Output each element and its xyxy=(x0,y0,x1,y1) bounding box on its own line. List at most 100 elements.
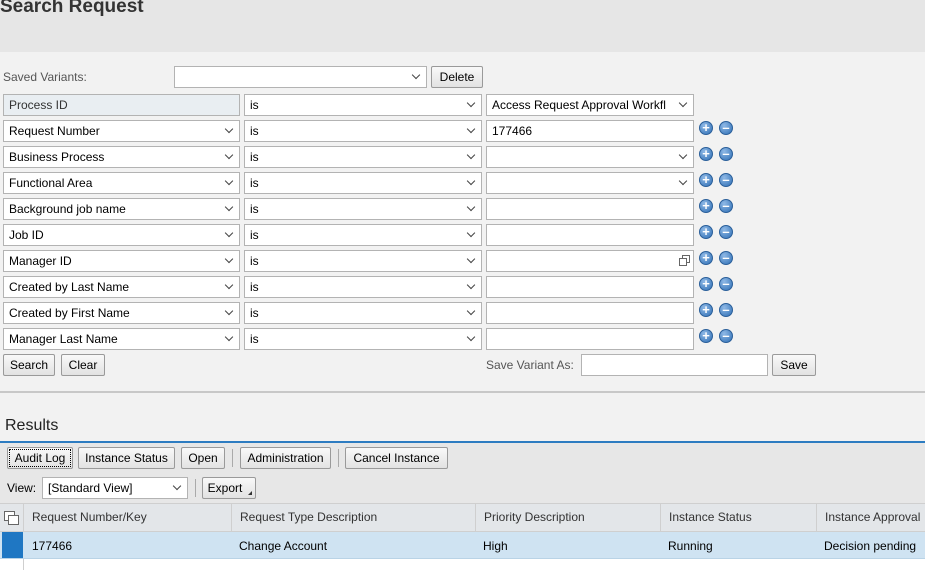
remove-row-icon[interactable]: – xyxy=(719,225,733,239)
criteria-value-input[interactable] xyxy=(486,276,694,298)
add-row-icon[interactable]: + xyxy=(699,303,713,317)
remove-row-icon[interactable]: – xyxy=(719,199,733,213)
chevron-down-icon xyxy=(466,150,476,160)
criteria-value-input[interactable] xyxy=(486,172,694,194)
chevron-down-icon xyxy=(466,124,476,134)
chevron-down-icon xyxy=(224,150,234,160)
criteria-value-input[interactable] xyxy=(486,198,694,220)
criteria-value-input[interactable] xyxy=(486,146,694,168)
criteria-value-input[interactable]: Access Request Approval Workfl xyxy=(486,94,694,116)
chevron-down-icon xyxy=(172,481,182,491)
column-header-instance-approval[interactable]: Instance Approval xyxy=(816,504,925,531)
chevron-down-icon xyxy=(224,228,234,238)
add-row-icon[interactable]: + xyxy=(699,225,713,239)
chevron-down-icon xyxy=(678,98,688,108)
chevron-down-icon xyxy=(466,306,476,316)
results-toolbar: Audit Log Instance Status Open Administr… xyxy=(0,443,925,503)
remove-row-icon[interactable]: – xyxy=(719,173,733,187)
column-header-request-number[interactable]: Request Number/Key xyxy=(23,504,231,531)
add-row-icon[interactable]: + xyxy=(699,147,713,161)
criteria-field-select[interactable]: Job ID xyxy=(3,224,240,246)
chevron-down-icon xyxy=(224,176,234,186)
criteria-value-input[interactable] xyxy=(486,224,694,246)
criteria-operator-select[interactable]: is xyxy=(244,276,482,298)
remove-row-icon[interactable]: – xyxy=(719,121,733,135)
cell-instance-approval: Decision pending xyxy=(824,539,917,553)
results-grid-header: Request Number/Key Request Type Descript… xyxy=(0,503,925,532)
grid-empty-area xyxy=(0,559,925,570)
remove-row-icon[interactable]: – xyxy=(719,251,733,265)
administration-button[interactable]: Administration xyxy=(240,447,331,469)
criteria-field-select[interactable]: Manager ID xyxy=(3,250,240,272)
column-settings-icon[interactable] xyxy=(4,511,19,525)
audit-log-button[interactable]: Audit Log xyxy=(7,447,73,469)
cell-instance-status: Running xyxy=(668,539,713,553)
save-variant-label: Save Variant As: xyxy=(486,358,574,372)
criteria-field-select[interactable]: Request Number xyxy=(3,120,240,142)
column-header-request-type[interactable]: Request Type Description xyxy=(231,504,475,531)
criteria-field-select[interactable]: Created by Last Name xyxy=(3,276,240,298)
criteria-operator-select[interactable]: is xyxy=(244,172,482,194)
criteria-value-input[interactable]: 177466 xyxy=(486,120,694,142)
instance-status-button[interactable]: Instance Status xyxy=(78,447,175,469)
save-variant-button[interactable]: Save xyxy=(772,354,816,376)
table-row[interactable]: 177466 Change Account High Running Decis… xyxy=(0,532,925,559)
row-selector[interactable] xyxy=(2,532,23,558)
add-row-icon[interactable]: + xyxy=(699,251,713,265)
criteria-operator-select[interactable]: is xyxy=(244,94,482,116)
remove-row-icon[interactable]: – xyxy=(719,147,733,161)
chevron-down-icon xyxy=(224,306,234,316)
export-button[interactable]: Export xyxy=(202,477,256,499)
toolbar-separator xyxy=(338,449,339,467)
chevron-down-icon xyxy=(224,280,234,290)
criteria-operator-select[interactable]: is xyxy=(244,146,482,168)
chevron-down-icon xyxy=(224,124,234,134)
saved-variants-select[interactable] xyxy=(174,66,427,88)
criteria-operator-select[interactable]: is xyxy=(244,120,482,142)
view-label: View: xyxy=(7,481,37,495)
search-button[interactable]: Search xyxy=(3,354,55,376)
chevron-down-icon xyxy=(678,176,688,186)
clear-button[interactable]: Clear xyxy=(61,354,105,376)
criteria-operator-select[interactable]: is xyxy=(244,328,482,350)
criteria-operator-select[interactable]: is xyxy=(244,198,482,220)
criteria-field-select[interactable]: Created by First Name xyxy=(3,302,240,324)
criteria-value-input[interactable] xyxy=(486,250,694,272)
criteria-value-input[interactable] xyxy=(486,328,694,350)
remove-row-icon[interactable]: – xyxy=(719,303,733,317)
criteria-operator-select[interactable]: is xyxy=(244,224,482,246)
add-row-icon[interactable]: + xyxy=(699,173,713,187)
results-title: Results xyxy=(5,417,59,434)
section-divider xyxy=(0,391,925,393)
chevron-down-icon xyxy=(466,228,476,238)
remove-row-icon[interactable]: – xyxy=(719,329,733,343)
add-row-icon[interactable]: + xyxy=(699,277,713,291)
chevron-down-icon xyxy=(466,332,476,342)
chevron-down-icon xyxy=(466,98,476,108)
value-help-icon[interactable] xyxy=(679,255,690,266)
criteria-value-input[interactable] xyxy=(486,302,694,324)
criteria-operator-select[interactable]: is xyxy=(244,302,482,324)
add-row-icon[interactable]: + xyxy=(699,121,713,135)
save-variant-input[interactable] xyxy=(581,354,768,376)
cancel-instance-button[interactable]: Cancel Instance xyxy=(345,447,448,469)
criteria-field-select[interactable]: Business Process xyxy=(3,146,240,168)
delete-variant-button[interactable]: Delete xyxy=(431,66,483,88)
column-header-instance-status[interactable]: Instance Status xyxy=(660,504,816,531)
menu-corner-icon xyxy=(248,491,252,495)
chevron-down-icon xyxy=(224,254,234,264)
criteria-field-select[interactable]: Functional Area xyxy=(3,172,240,194)
chevron-down-icon xyxy=(224,332,234,342)
add-row-icon[interactable]: + xyxy=(699,329,713,343)
chevron-down-icon xyxy=(678,150,688,160)
criteria-field-select[interactable]: Manager Last Name xyxy=(3,328,240,350)
view-select[interactable]: [Standard View] xyxy=(42,477,188,499)
column-header-priority[interactable]: Priority Description xyxy=(475,504,660,531)
cell-request-type: Change Account xyxy=(239,539,328,553)
criteria-field-select[interactable]: Background job name xyxy=(3,198,240,220)
add-row-icon[interactable]: + xyxy=(699,199,713,213)
open-button[interactable]: Open xyxy=(181,447,225,469)
criteria-operator-select[interactable]: is xyxy=(244,250,482,272)
remove-row-icon[interactable]: – xyxy=(719,277,733,291)
cell-priority: High xyxy=(483,539,508,553)
